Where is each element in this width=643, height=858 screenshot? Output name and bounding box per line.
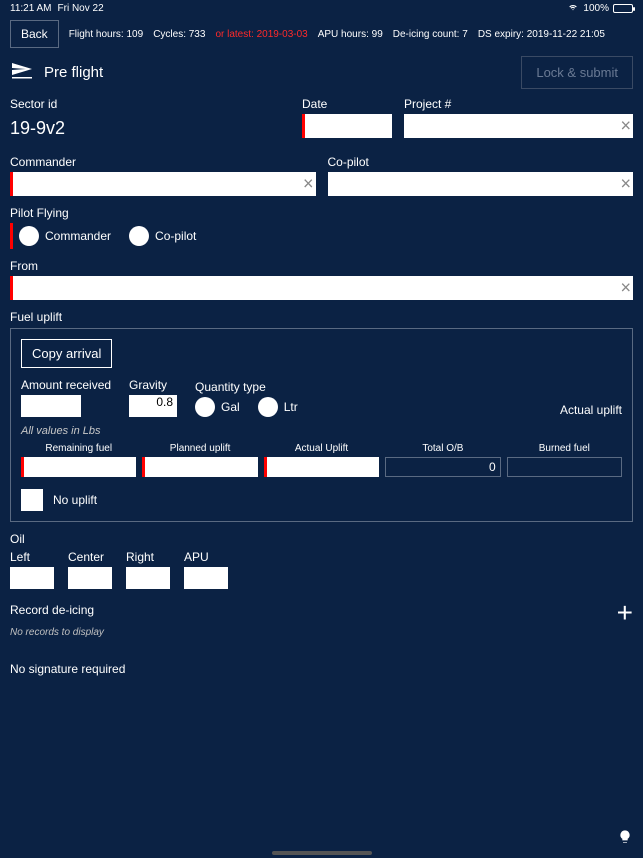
date-label: Date — [302, 97, 392, 111]
sector-id-label: Sector id — [10, 97, 290, 111]
radio-copilot[interactable] — [129, 226, 149, 246]
fuel-uplift-box: Copy arrival Amount received Gravity 0.8… — [10, 328, 633, 522]
oil-right-label: Right — [126, 550, 170, 564]
clear-icon[interactable]: × — [620, 174, 631, 195]
status-date: Fri Nov 22 — [58, 3, 104, 14]
values-note: All values in Lbs — [21, 425, 622, 437]
copy-arrival-button[interactable]: Copy arrival — [21, 339, 112, 368]
remaining-fuel-input[interactable] — [21, 457, 136, 477]
oil-center-label: Center — [68, 550, 112, 564]
wifi-icon — [567, 2, 579, 15]
no-uplift-label: No uplift — [53, 493, 97, 507]
oil-left-input[interactable] — [10, 567, 54, 589]
sector-id-value: 19-9v2 — [10, 114, 290, 145]
remaining-fuel-label: Remaining fuel — [45, 443, 112, 454]
pilot-flying-label: Pilot Flying — [10, 206, 633, 220]
home-indicator — [272, 851, 372, 855]
battery-pct: 100% — [583, 3, 609, 14]
planned-uplift-input[interactable] — [142, 457, 257, 477]
date-input[interactable] — [302, 114, 392, 138]
back-button[interactable]: Back — [10, 20, 59, 48]
clear-icon[interactable]: × — [303, 174, 314, 195]
commander-input[interactable]: × — [10, 172, 316, 196]
signature-status: No signature required — [0, 638, 643, 700]
amount-received-label: Amount received — [21, 378, 111, 392]
radio-ltr[interactable] — [258, 397, 278, 417]
total-ob-value: 0 — [385, 457, 500, 477]
planned-uplift-label: Planned uplift — [170, 443, 231, 454]
fuel-uplift-label: Fuel uplift — [10, 310, 62, 324]
radio-gal-label: Gal — [221, 400, 240, 414]
or-latest: or latest: 2019-03-03 — [215, 29, 307, 40]
oil-center-input[interactable] — [68, 567, 112, 589]
from-input[interactable]: × — [10, 276, 633, 300]
deicing-empty: No records to display — [0, 627, 643, 638]
cycles: Cycles: 733 — [153, 29, 205, 40]
total-ob-label: Total O/B — [422, 443, 463, 454]
page-title: Pre flight — [44, 64, 103, 81]
record-deicing-label: Record de-icing — [10, 603, 94, 617]
plane-icon — [10, 59, 34, 86]
gravity-label: Gravity — [129, 378, 177, 392]
oil-right-input[interactable] — [126, 567, 170, 589]
copilot-label: Co-pilot — [328, 155, 634, 169]
project-input[interactable]: × — [404, 114, 633, 138]
burned-fuel-value — [507, 457, 622, 477]
actual-uplift-input[interactable] — [264, 457, 379, 477]
radio-copilot-label: Co-pilot — [155, 229, 196, 243]
commander-label: Commander — [10, 155, 316, 169]
oil-left-label: Left — [10, 550, 54, 564]
battery-icon — [613, 4, 633, 13]
clear-icon[interactable]: × — [620, 116, 631, 137]
lightbulb-icon[interactable] — [617, 829, 633, 848]
burned-fuel-label: Burned fuel — [539, 443, 590, 454]
clear-icon[interactable]: × — [620, 278, 631, 299]
gravity-input[interactable]: 0.8 — [129, 395, 177, 417]
lock-submit-button[interactable]: Lock & submit — [521, 56, 633, 89]
quantity-type-label: Quantity type — [195, 380, 298, 394]
no-uplift-checkbox[interactable] — [21, 489, 43, 511]
actual-uplift-col-label: Actual Uplift — [295, 443, 348, 454]
from-label: From — [10, 259, 633, 273]
radio-ltr-label: Ltr — [284, 400, 298, 414]
status-bar: 11:21 AM Fri Nov 22 100% — [0, 0, 643, 16]
top-info-bar: Back Flight hours: 109 Cycles: 733 or la… — [0, 16, 643, 56]
project-label: Project # — [404, 97, 633, 111]
deicing-count: De-icing count: 7 — [393, 29, 468, 40]
radio-commander-label: Commander — [45, 229, 111, 243]
ds-expiry: DS expiry: 2019-11-22 21:05 — [478, 29, 605, 40]
oil-apu-input[interactable] — [184, 567, 228, 589]
copilot-input[interactable]: × — [328, 172, 634, 196]
radio-commander[interactable] — [19, 226, 39, 246]
radio-gal[interactable] — [195, 397, 215, 417]
apu-hours: APU hours: 99 — [318, 29, 383, 40]
flight-hours: Flight hours: 109 — [69, 29, 144, 40]
oil-label: Oil — [10, 532, 25, 546]
add-deicing-button[interactable]: + — [617, 603, 633, 623]
status-time: 11:21 AM — [10, 3, 52, 14]
header-row: Pre flight Lock & submit — [0, 56, 643, 97]
oil-apu-label: APU — [184, 550, 228, 564]
amount-received-input[interactable] — [21, 395, 81, 417]
actual-uplift-heading: Actual uplift — [560, 403, 622, 417]
